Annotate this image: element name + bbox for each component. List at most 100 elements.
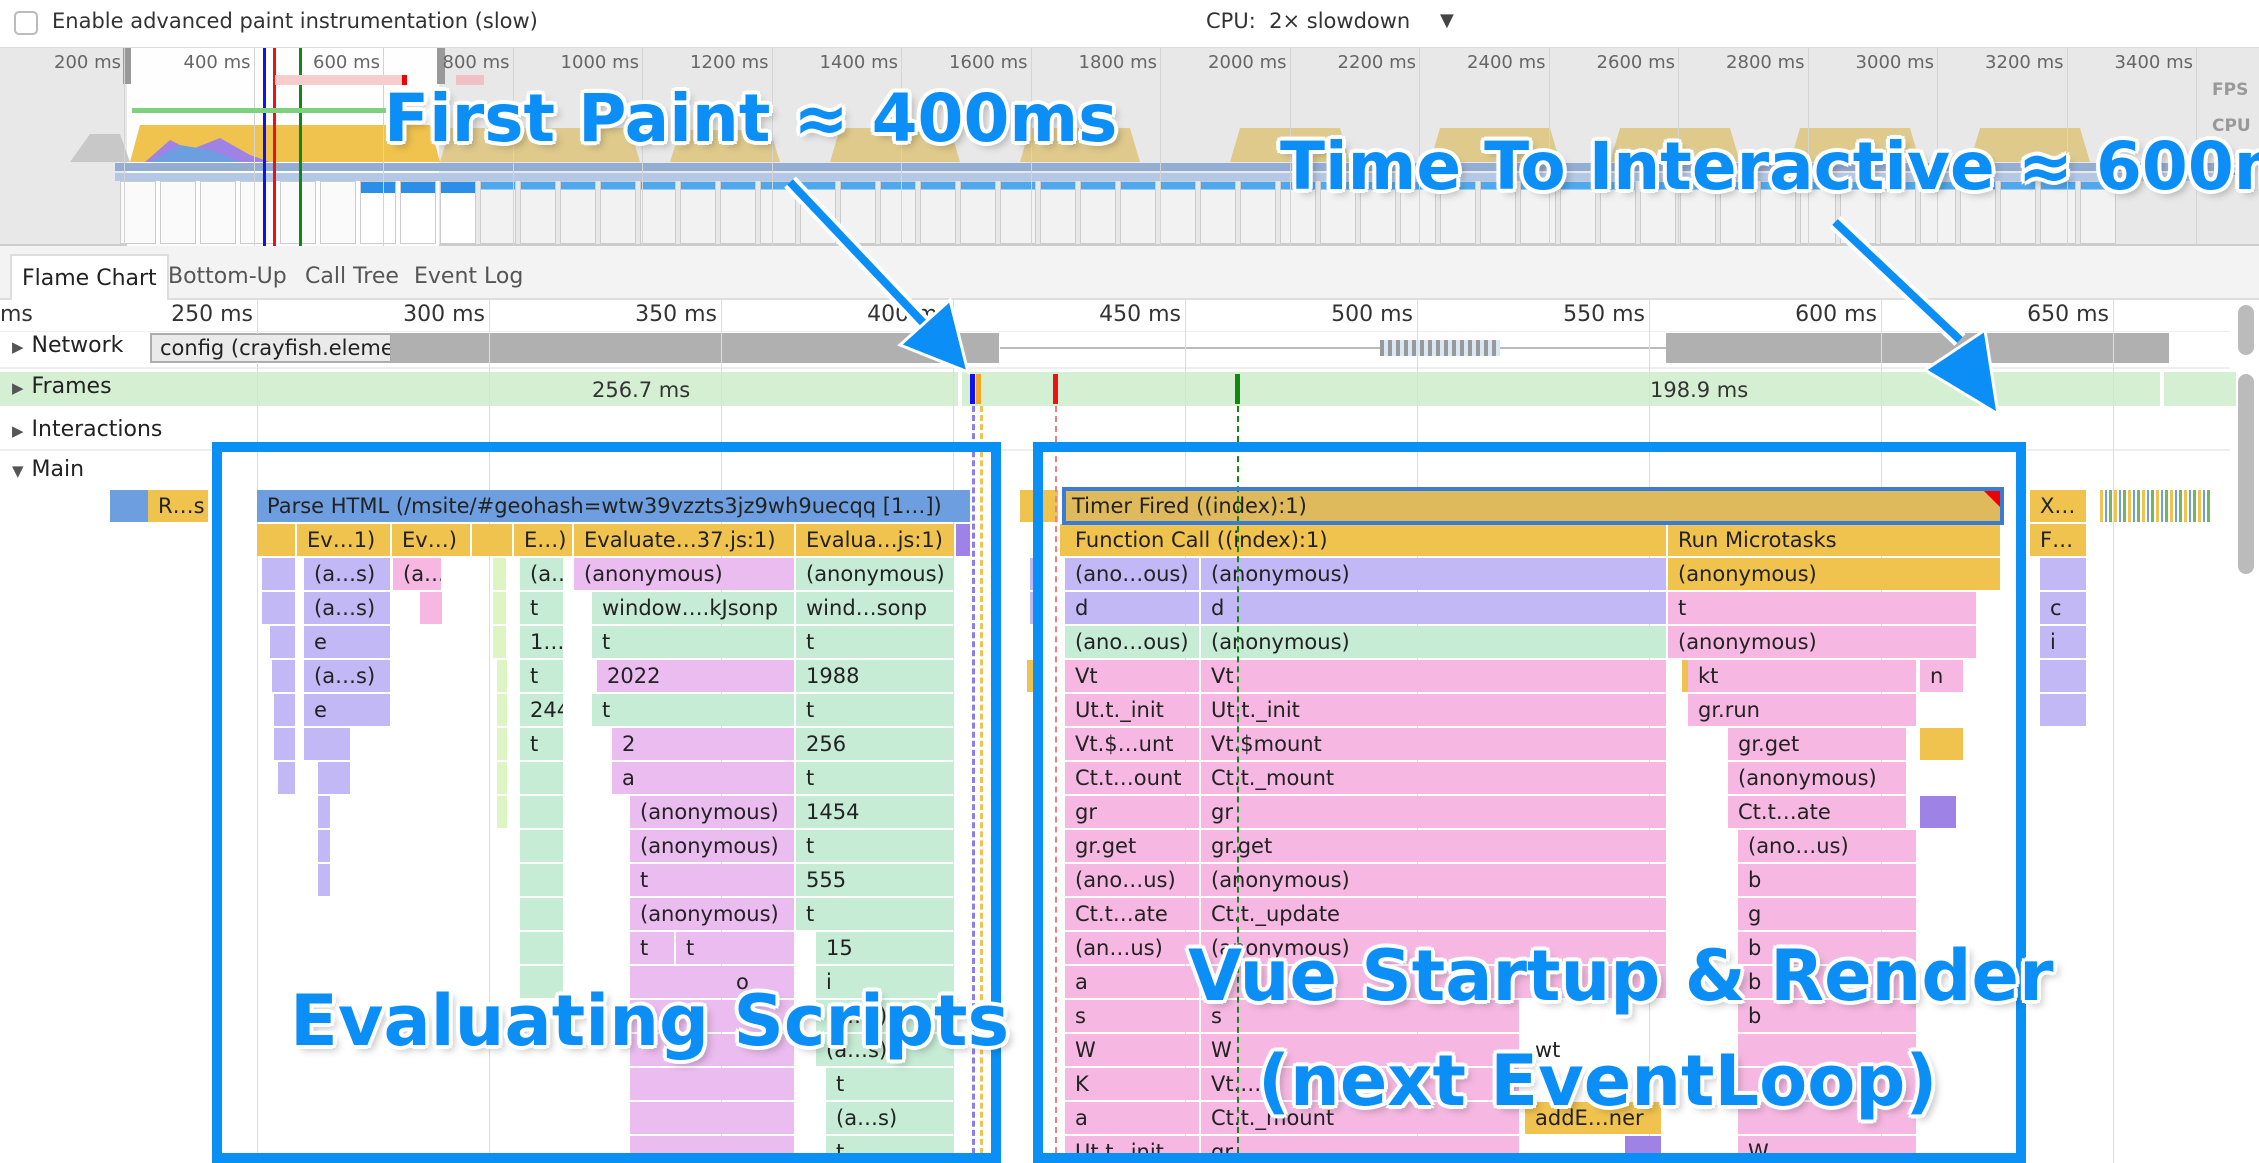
overview-tick-label: 2800 ms xyxy=(1726,52,1805,73)
overview-gridline xyxy=(124,48,125,246)
ruler-tick-label: 500 ms xyxy=(1331,302,1413,327)
overview-gridline xyxy=(253,48,255,246)
overview-tick-label: 800 ms xyxy=(442,52,510,73)
flame-block[interactable] xyxy=(2040,694,2088,726)
interactions-track-label[interactable]: ▶ Interactions xyxy=(12,417,162,442)
overview-tick-label: 2600 ms xyxy=(1596,52,1675,73)
overview-tick-label: 1600 ms xyxy=(949,52,1028,73)
onload-flag[interactable] xyxy=(1053,374,1058,404)
ruler-tick-label: 650 ms xyxy=(2027,302,2109,327)
ruler-tick-label: 450 ms xyxy=(1099,302,1181,327)
screenshot-thumbnail[interactable] xyxy=(800,181,836,244)
screenshot-thumbnail[interactable] xyxy=(400,181,436,244)
overview-tick-label: 2400 ms xyxy=(1467,52,1546,73)
overview-tick-label: 400 ms xyxy=(183,52,251,73)
ruler-tick-label: 600 ms xyxy=(1795,302,1877,327)
frames-track[interactable] xyxy=(0,372,2236,406)
dom-content-loaded-flag[interactable] xyxy=(1235,374,1240,404)
main-track-label[interactable]: ▼ Main xyxy=(12,457,84,482)
overview-tick-label: 2200 ms xyxy=(1337,52,1416,73)
screenshot-thumbnail[interactable] xyxy=(880,181,916,244)
screenshot-thumbnail[interactable] xyxy=(680,181,716,244)
screenshot-thumbnail[interactable] xyxy=(640,181,676,244)
tab-event-log[interactable]: Event Log xyxy=(404,254,533,300)
ruler-tick-label: 300 ms xyxy=(403,302,485,327)
network-request-cluster[interactable] xyxy=(1380,340,1500,356)
screenshot-thumbnail[interactable] xyxy=(720,181,756,244)
flame-x-task[interactable]: X… xyxy=(2030,490,2088,522)
tab-flame-chart[interactable]: Flame Chart xyxy=(10,254,169,300)
screenshot-thumbnail[interactable] xyxy=(560,181,596,244)
first-paint-marker xyxy=(263,48,266,246)
screenshot-thumbnail[interactable] xyxy=(920,181,956,244)
overview-tick-label: 3400 ms xyxy=(2114,52,2193,73)
screenshot-thumbnail[interactable] xyxy=(240,181,276,244)
expand-triangle-icon: ▶ xyxy=(12,338,24,356)
paint-instrumentation-checkbox[interactable] xyxy=(14,11,38,35)
screenshot-thumbnail[interactable] xyxy=(440,181,476,244)
first-paint-flag[interactable] xyxy=(970,374,975,404)
flame-block[interactable] xyxy=(2040,660,2088,692)
toolbar: Enable advanced paint instrumentation (s… xyxy=(0,0,2259,48)
fps-graph xyxy=(132,108,397,113)
overview-tick-label: 3000 ms xyxy=(1855,52,1934,73)
frame-divider xyxy=(2160,372,2164,406)
cpu-value: 2× slowdown xyxy=(1269,9,1411,33)
overview-tick-label: 600 ms xyxy=(313,52,380,73)
triangle-down-icon[interactable]: ▼ xyxy=(1440,10,1454,31)
screenshot-thumbnail[interactable] xyxy=(120,181,156,244)
screenshot-thumbnail[interactable] xyxy=(840,181,876,244)
flame-chart-scrollbar[interactable] xyxy=(2238,374,2254,574)
tti-annotation: Time To Interactive ≈ 600ms xyxy=(1280,128,2259,205)
screenshot-thumbnail[interactable] xyxy=(760,181,796,244)
network-request-config[interactable]: config (crayfish.eleme xyxy=(151,334,391,362)
ruler-gridline xyxy=(2113,300,2114,1163)
ruler-edge-label: ms xyxy=(0,302,33,327)
network-request-wait-line xyxy=(1000,347,1666,349)
screenshot-thumbnail[interactable] xyxy=(360,181,396,244)
network-track-label[interactable]: ▶ Network xyxy=(12,333,123,358)
cpu-label: CPU: xyxy=(1206,9,1256,33)
network-track-scrollbar[interactable] xyxy=(2238,305,2254,355)
screenshot-thumbnail[interactable] xyxy=(600,181,636,244)
screenshot-thumbnail[interactable] xyxy=(1240,181,1276,244)
network-request-bar[interactable] xyxy=(1666,333,2169,363)
screenshot-thumbnail[interactable] xyxy=(960,181,996,244)
expand-triangle-icon: ▶ xyxy=(12,379,24,397)
flame-task-cluster[interactable] xyxy=(2100,490,2210,522)
flame-c[interactable]: c xyxy=(2040,592,2088,624)
paint-instrumentation-label: Enable advanced paint instrumentation (s… xyxy=(52,9,538,33)
first-contentful-paint-flag[interactable] xyxy=(976,374,981,404)
frames-track-label[interactable]: ▶ Frames xyxy=(12,374,112,399)
overview-tick-label: 1800 ms xyxy=(1078,52,1157,73)
ruler-tick-label: 250 ms xyxy=(171,302,253,327)
screenshot-thumbnail[interactable] xyxy=(480,181,516,244)
screenshot-thumbnail[interactable] xyxy=(160,181,196,244)
frame-duration-2[interactable]: 198.9 ms xyxy=(1650,378,1748,402)
vue-startup-annotation: Vue Startup & Render xyxy=(1188,935,2054,1017)
screenshot-thumbnail[interactable] xyxy=(1080,181,1116,244)
screenshot-thumbnail[interactable] xyxy=(1160,181,1196,244)
flame-i[interactable]: i xyxy=(2040,626,2088,658)
flame-block[interactable] xyxy=(2040,558,2088,590)
frame-divider xyxy=(958,372,962,406)
screenshot-thumbnail[interactable] xyxy=(520,181,556,244)
devtools-performance-panel: Enable advanced paint instrumentation (s… xyxy=(0,0,2259,1163)
evaluating-scripts-annotation: Evaluating Scripts xyxy=(290,980,1010,1062)
screenshot-thumbnail[interactable] xyxy=(320,181,356,244)
tab-bottom-up[interactable]: Bottom-Up xyxy=(158,254,297,300)
screenshot-thumbnail[interactable] xyxy=(1200,181,1236,244)
screenshot-thumbnail[interactable] xyxy=(200,181,236,244)
frame-duration-1[interactable]: 256.7 ms xyxy=(592,378,690,402)
overview-tick-label: 1000 ms xyxy=(560,52,639,73)
expand-triangle-icon: ▶ xyxy=(12,422,24,440)
tab-call-tree[interactable]: Call Tree xyxy=(295,254,409,300)
flame-f-task[interactable]: F… xyxy=(2030,524,2088,556)
flame-block-r-s[interactable]: R…s xyxy=(148,490,210,522)
screenshot-thumbnail[interactable] xyxy=(1120,181,1156,244)
cpu-throttle-select[interactable]: CPU: 2× slowdown xyxy=(1206,9,1410,33)
overview-tick-label: 2000 ms xyxy=(1208,52,1287,73)
overview-tick-label: 200 ms xyxy=(54,52,121,73)
screenshot-thumbnail[interactable] xyxy=(280,181,316,244)
screenshot-thumbnail[interactable] xyxy=(1040,181,1076,244)
